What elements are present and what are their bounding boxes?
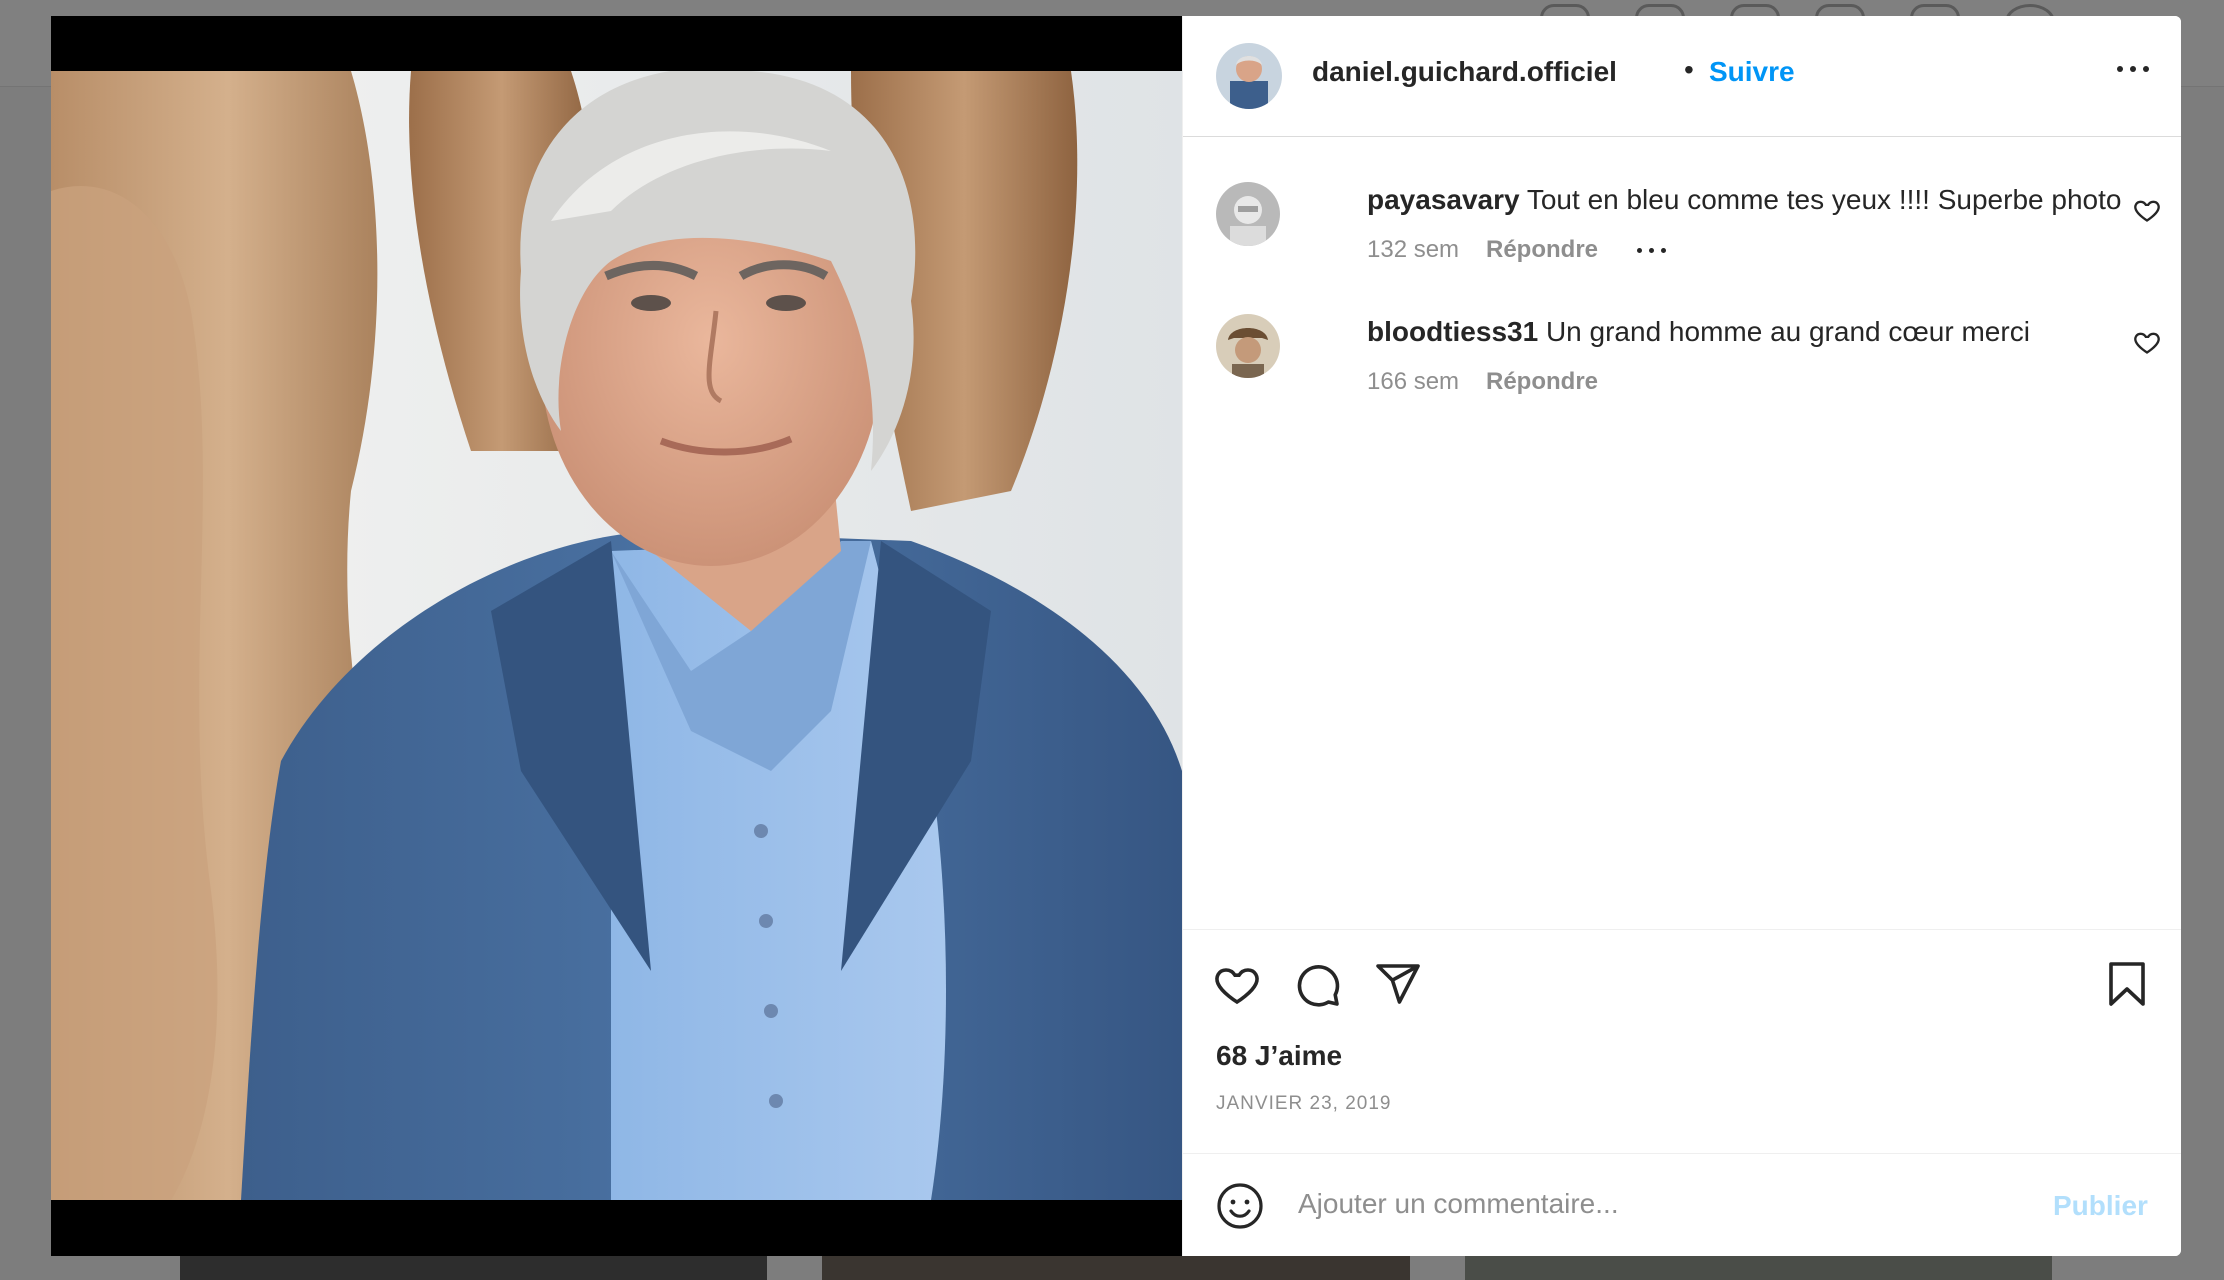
- post-photo: [51, 71, 1182, 1200]
- author-username[interactable]: daniel.guichard.officiel: [1312, 56, 1617, 88]
- heart-icon[interactable]: [2133, 196, 2161, 224]
- like-heart-icon[interactable]: [1213, 960, 1261, 1008]
- grid-thumbnail: [822, 1254, 1410, 1280]
- comment-body: Un grand homme au grand cœur merci: [1545, 316, 2030, 347]
- comment-input[interactable]: [1296, 1178, 2000, 1230]
- comment-options-icon[interactable]: [1635, 246, 1671, 256]
- comment-text: bloodtiess31 Un grand homme au grand cœu…: [1367, 316, 2067, 348]
- post-modal: daniel.guichard.officiel • Suivre payasa…: [51, 16, 2181, 1256]
- grid-thumbnail: [1465, 1254, 2052, 1280]
- author-avatar[interactable]: [1216, 43, 1282, 109]
- comment-item: payasavary Tout en bleu comme tes yeux !…: [1183, 182, 2181, 292]
- publish-button[interactable]: Publier: [2053, 1190, 2148, 1222]
- commenter-username[interactable]: payasavary: [1367, 184, 1520, 215]
- commenter-avatar[interactable]: [1216, 314, 1280, 378]
- post-header: daniel.guichard.officiel • Suivre: [1183, 16, 2181, 137]
- likes-count[interactable]: 68 J’aime: [1216, 1040, 1342, 1072]
- emoji-icon[interactable]: [1216, 1182, 1264, 1230]
- reply-button[interactable]: Répondre: [1486, 368, 1598, 396]
- grid-thumbnail: [180, 1254, 767, 1280]
- comment-time[interactable]: 132 sem: [1367, 236, 1459, 264]
- comment-composer: Publier: [1183, 1153, 2181, 1256]
- reply-button[interactable]: Répondre: [1486, 236, 1598, 264]
- post-media: [51, 16, 1182, 1256]
- comment-body: Tout en bleu comme tes yeux !!!! Superbe…: [1526, 184, 2122, 215]
- comment-icon[interactable]: [1294, 960, 1342, 1008]
- heart-icon[interactable]: [2133, 328, 2161, 356]
- post-sidebar: daniel.guichard.officiel • Suivre payasa…: [1182, 16, 2181, 1256]
- bookmark-icon[interactable]: [2103, 960, 2151, 1008]
- post-date: JANVIER 23, 2019: [1216, 1093, 1392, 1114]
- comment-item: bloodtiess31 Un grand homme au grand cœu…: [1183, 314, 2181, 424]
- comment-text: payasavary Tout en bleu comme tes yeux !…: [1367, 184, 2121, 216]
- follow-button[interactable]: Suivre: [1709, 56, 1795, 88]
- comment-time[interactable]: 166 sem: [1367, 368, 1459, 396]
- commenter-username[interactable]: bloodtiess31: [1367, 316, 1538, 347]
- share-icon[interactable]: [1374, 960, 1422, 1008]
- separator-dot: •: [1684, 54, 1694, 85]
- more-icon[interactable]: [2113, 54, 2153, 84]
- post-actions: 68 J’aime JANVIER 23, 2019 Publier: [1183, 929, 2181, 1256]
- portrait-image: [51, 71, 1182, 1200]
- commenter-avatar[interactable]: [1216, 182, 1280, 246]
